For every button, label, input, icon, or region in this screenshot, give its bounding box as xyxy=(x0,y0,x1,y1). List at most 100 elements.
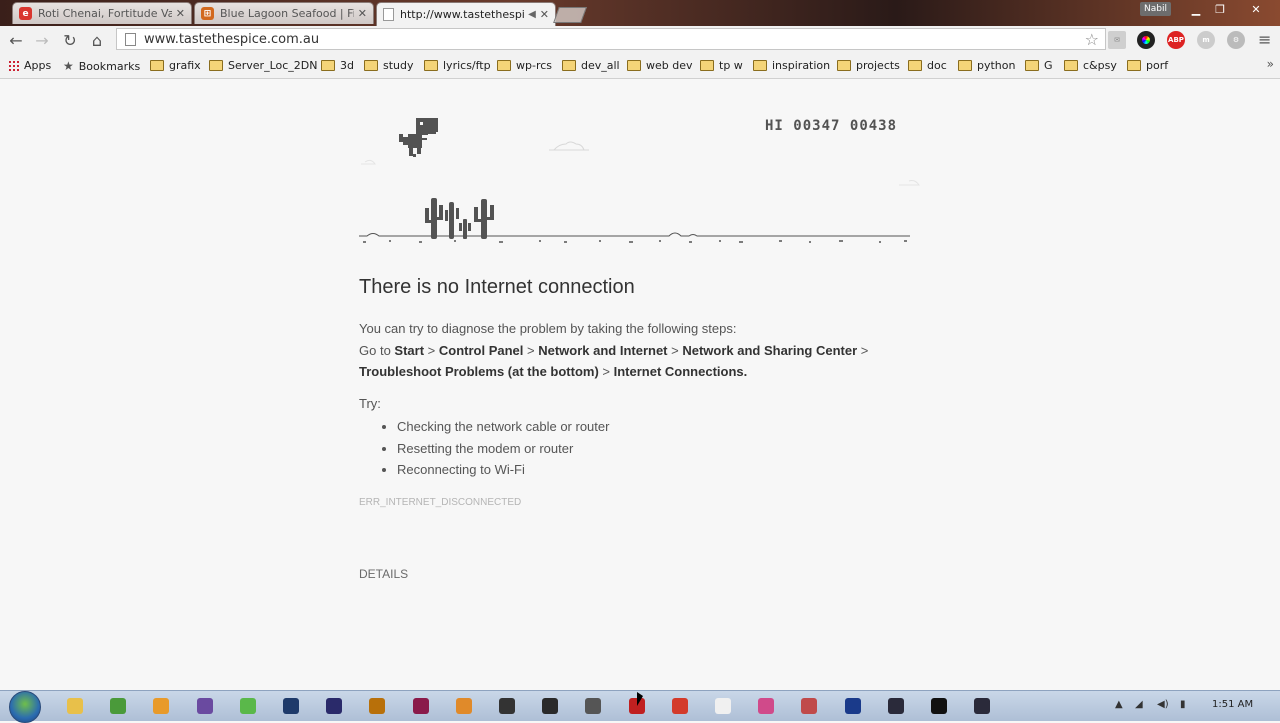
close-window-button[interactable]: ✕ xyxy=(1245,2,1267,16)
bookmark-folder[interactable]: projects xyxy=(837,59,900,72)
c-app-icon[interactable] xyxy=(715,698,731,714)
blender-icon[interactable] xyxy=(456,698,472,714)
error-steps: Go to Start > Control Panel > Network an… xyxy=(359,342,869,380)
network-icon[interactable] xyxy=(110,698,126,714)
bookmark-label: porf xyxy=(1146,59,1169,72)
bookmarks-bar: Apps ★ Bookmarks grafix Server_Loc_2DN 3… xyxy=(0,54,1280,79)
reload-button[interactable]: ↻ xyxy=(59,29,81,51)
color-picker-icon[interactable] xyxy=(1137,31,1155,49)
user-badge[interactable]: Nabil xyxy=(1140,2,1171,16)
bookmark-folder[interactable]: inspiration xyxy=(753,59,830,72)
bookmark-folder[interactable]: doc xyxy=(908,59,947,72)
unreal-icon[interactable] xyxy=(542,698,558,714)
bookmark-folder[interactable]: c&psy xyxy=(1064,59,1117,72)
bookmark-folder[interactable]: web dev xyxy=(627,59,693,72)
maximize-button[interactable]: ❐ xyxy=(1209,2,1231,16)
tab-blue-lagoon[interactable]: ⊞ Blue Lagoon Seafood | Fish ✕ xyxy=(194,2,374,24)
tab-tastethespice[interactable]: http://www.tastethespice ◀ ✕ xyxy=(376,2,556,26)
folder-icon xyxy=(497,60,511,71)
details-button[interactable]: DETAILS xyxy=(359,567,408,581)
tab-title: http://www.tastethespice xyxy=(400,8,525,21)
toolbar: ← → ↻ ⌂ www.tastethespice.com.au ☆ ✉ ABP… xyxy=(0,26,1280,54)
spotify-icon[interactable] xyxy=(240,698,256,714)
bookmark-folder[interactable]: python xyxy=(958,59,1015,72)
bookmark-label: python xyxy=(977,59,1016,72)
photoshop-icon[interactable] xyxy=(283,698,299,714)
illustrator-icon[interactable] xyxy=(369,698,385,714)
bookmark-apps[interactable]: Apps xyxy=(8,59,51,72)
bookmark-folder[interactable]: lyrics/ftp xyxy=(424,59,491,72)
calculator-icon[interactable] xyxy=(585,698,601,714)
battery-icon[interactable]: ▮ xyxy=(1180,699,1186,710)
step: Internet Connections. xyxy=(613,364,748,379)
visual-studio-icon[interactable] xyxy=(197,698,213,714)
list-item: Resetting the modem or router xyxy=(397,438,609,460)
page-icon xyxy=(383,8,394,21)
folder-icon xyxy=(908,60,922,71)
close-icon[interactable]: ✕ xyxy=(176,7,185,20)
bookmark-folder[interactable]: porf xyxy=(1127,59,1168,72)
bookmark-folder[interactable]: Server_Loc_2DN xyxy=(209,59,317,72)
adblock-icon[interactable]: ABP xyxy=(1167,31,1185,49)
start-button[interactable] xyxy=(9,691,41,723)
after-effects-icon[interactable] xyxy=(326,698,342,714)
tab-roti-chenai[interactable]: e Roti Chenai, Fortitude Valley ✕ xyxy=(12,2,192,24)
show-hidden-icons[interactable]: ▲ xyxy=(1115,699,1123,710)
folder-icon xyxy=(753,60,767,71)
bookmark-folder[interactable]: study xyxy=(364,59,414,72)
folder-icon xyxy=(209,60,223,71)
current-score: 00438 xyxy=(849,118,898,134)
folder-icon xyxy=(1127,60,1141,71)
close-icon[interactable]: ✕ xyxy=(358,7,367,20)
step: Control Panel xyxy=(438,342,524,358)
volume-icon[interactable]: ◀) xyxy=(1157,699,1169,710)
chevron-more-icon[interactable]: » xyxy=(1267,57,1274,71)
step: Troubleshoot Problems (at the bottom) xyxy=(359,364,599,379)
close-icon[interactable]: ✕ xyxy=(540,8,549,21)
bookmark-folder[interactable]: tp w xyxy=(700,59,743,72)
home-button[interactable]: ⌂ xyxy=(86,29,108,51)
indesign-icon[interactable] xyxy=(413,698,429,714)
folder-icon xyxy=(424,60,438,71)
bookmark-label: lyrics/ftp xyxy=(443,59,491,72)
bookmark-folder[interactable]: wp-rcs xyxy=(497,59,552,72)
bookmark-folder[interactable]: dev_all xyxy=(562,59,620,72)
back-button[interactable]: ← xyxy=(5,29,27,51)
network-tray-icon[interactable]: ◢ xyxy=(1135,699,1143,710)
mail-icon[interactable]: ✉ xyxy=(1108,31,1126,49)
speaker-icon: ◀ xyxy=(528,9,536,20)
bookmark-label: web dev xyxy=(646,59,693,72)
bookmark-folder[interactable]: grafix xyxy=(150,59,201,72)
bookmark-star-icon[interactable]: ☆ xyxy=(1085,30,1099,49)
site-icon: ⊞ xyxy=(201,7,214,20)
bookmark-label: 3d xyxy=(340,59,354,72)
creative-cloud-icon[interactable] xyxy=(758,698,774,714)
forward-button[interactable]: → xyxy=(31,29,53,51)
bookmark-bookmarks[interactable]: ★ Bookmarks xyxy=(63,59,140,73)
chrome-icon[interactable] xyxy=(672,698,688,714)
unity-icon[interactable] xyxy=(499,698,515,714)
extension-icon[interactable]: ⚙ xyxy=(1227,31,1245,49)
terminal-icon[interactable] xyxy=(931,698,947,714)
minimize-button[interactable]: ▁ xyxy=(1185,2,1207,16)
new-tab-button[interactable] xyxy=(553,7,587,23)
clock[interactable]: 1:51 AM xyxy=(1212,699,1253,710)
folder-icon xyxy=(562,60,576,71)
bookmark-folder[interactable]: 3d xyxy=(321,59,354,72)
bookmark-label: Server_Loc_2DN xyxy=(228,59,318,72)
tool-icon[interactable] xyxy=(801,698,817,714)
media-player-icon[interactable] xyxy=(153,698,169,714)
try-label: Try: xyxy=(359,396,381,411)
bookmark-folder[interactable]: G xyxy=(1025,59,1053,72)
menu-icon[interactable]: ≡ xyxy=(1258,30,1271,49)
hi-label: HI xyxy=(765,118,784,134)
bookmark-label: inspiration xyxy=(772,59,831,72)
title-bar: e Roti Chenai, Fortitude Valley ✕ ⊞ Blue… xyxy=(0,0,1280,26)
bookmark-label: study xyxy=(383,59,414,72)
lightroom-icon[interactable] xyxy=(845,698,861,714)
address-bar[interactable]: www.tastethespice.com.au ☆ xyxy=(116,28,1106,50)
extension-icon[interactable]: m xyxy=(1197,31,1215,49)
git-icon[interactable] xyxy=(974,698,990,714)
fiddler-icon[interactable] xyxy=(888,698,904,714)
explorer-icon[interactable] xyxy=(67,698,83,714)
